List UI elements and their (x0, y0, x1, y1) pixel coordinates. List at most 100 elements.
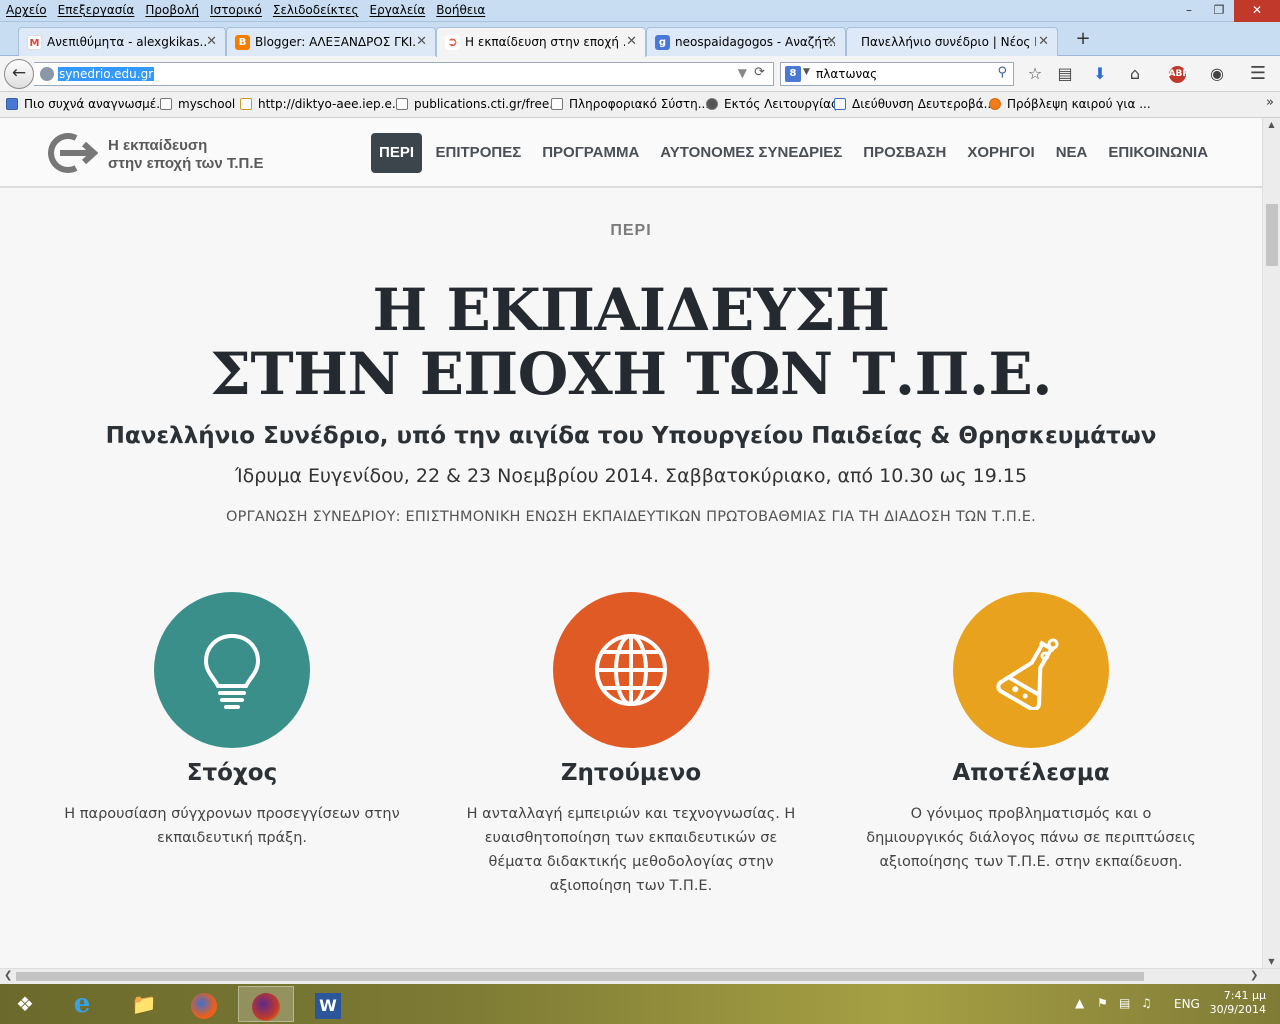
search-input[interactable]: πλατωνας (816, 67, 877, 81)
scroll-right-arrow-icon[interactable]: ❯ (1250, 970, 1258, 981)
bookmark-most-visited[interactable]: Πιο συχνά αναγνωσμέ... (6, 97, 168, 111)
conference-subtitle: Πανελλήνιο Συνέδριο, υπό την αιγίδα του … (105, 423, 1157, 449)
gear-icon (706, 98, 718, 110)
nav-epitropes[interactable]: ΕΠΙΤΡΟΠΕΣ (425, 133, 532, 173)
bookmarks-overflow-icon[interactable]: » (1266, 95, 1274, 110)
bookmark-publications[interactable]: publications.cti.gr/free... (396, 97, 561, 111)
hamburger-menu-icon[interactable]: ☰ (1248, 64, 1268, 84)
firefox-icon[interactable] (176, 986, 232, 1022)
internet-explorer-icon[interactable]: e (54, 986, 110, 1022)
volume-icon[interactable]: ♫ (1141, 996, 1152, 1010)
horizontal-scrollbar[interactable]: ❮ ❯ (0, 968, 1280, 984)
network-icon[interactable]: ▤ (1119, 996, 1130, 1010)
tab-google-search[interactable]: g neospaidagogos - Αναζήτ... ✕ (646, 27, 846, 56)
nav-epikoinonia[interactable]: ΕΠΙΚΟΙΝΩΝΙΑ (1098, 133, 1219, 173)
bookmark-star-icon[interactable]: ☆ (1025, 64, 1045, 84)
menu-file[interactable]: Αρχείο (0, 0, 52, 17)
tab-label: Πανελλήνιο συνέδριο | Νέος Π... (861, 35, 1036, 49)
home-icon[interactable]: ⌂ (1125, 64, 1145, 84)
menu-edit[interactable]: Επεξεργασία (52, 0, 140, 17)
feature-title: Ζητούμενο (560, 760, 702, 786)
file-explorer-icon[interactable]: 📁 (116, 986, 172, 1022)
bookmark-ektos-leitourgias[interactable]: Εκτός Λειτουργίας (706, 97, 838, 111)
google-search-engine-icon[interactable]: 8 (785, 66, 801, 82)
horizontal-scroll-thumb[interactable] (16, 972, 1144, 981)
blogger-icon: B (235, 35, 250, 50)
menu-bookmarks[interactable]: Σελιδοδείκτες (267, 0, 364, 17)
tab-bar: M Ανεπιθύμητα - alexgkikas... ✕ B Blogge… (0, 22, 1280, 57)
firefox-nightly-icon[interactable] (238, 986, 294, 1022)
scroll-left-arrow-icon[interactable]: ❮ (4, 970, 12, 981)
engine-dropdown-icon[interactable]: ▼ (803, 67, 810, 77)
logo-text[interactable]: Η εκπαίδευση στην εποχή των Τ.Π.Ε (108, 137, 264, 173)
chat-bubble-icon[interactable]: ◉ (1207, 64, 1227, 84)
bookmark-provlepsi-kairou[interactable]: Πρόβλεψη καιρού για ... (989, 97, 1151, 111)
tab-close-icon[interactable]: ✕ (626, 34, 637, 49)
bookmark-dieythynsi[interactable]: Διεύθυνση Δευτεροβά... (834, 97, 995, 111)
close-window-button[interactable]: ✕ (1234, 0, 1280, 22)
nav-prosvasi[interactable]: ΠΡΟΣΒΑΣΗ (853, 133, 957, 173)
show-hidden-icons-icon[interactable]: ▲ (1075, 996, 1084, 1010)
restore-button[interactable]: ❐ (1204, 0, 1234, 22)
word-icon[interactable]: W (300, 986, 356, 1022)
tab-label: Blogger: ΑΛΕΞΑΝΔΡΟΣ ΓΚΙ... (255, 35, 415, 49)
search-bar[interactable]: 8 ▼ πλατωνας ⚲ (780, 62, 1014, 86)
feature-title: Αποτέλεσμα (952, 760, 1110, 786)
nav-nea[interactable]: ΝΕΑ (1045, 133, 1098, 173)
bookmark-diktyo-aee[interactable]: http://diktyo-aee.iep.e... (240, 97, 403, 111)
tab-blogger[interactable]: B Blogger: ΑΛΕΞΑΝΔΡΟΣ ΓΚΙ... ✕ (226, 27, 436, 56)
flag-icon[interactable]: ⚑ (1097, 996, 1108, 1010)
feature-title: Στόχος (186, 760, 278, 786)
url-dropdown-icon[interactable]: ▼ (738, 66, 747, 80)
menu-help[interactable]: Βοήθεια (430, 0, 490, 17)
windows-start-icon[interactable]: ❖ (0, 986, 50, 1022)
weather-icon (989, 98, 1001, 110)
menu-tools[interactable]: Εργαλεία (364, 0, 431, 17)
bookmark-myschool[interactable]: myschool (160, 97, 235, 111)
conference-organization: ΟΡΓΑΝΩΣΗ ΣΥΝΕΔΡΙΟΥ: ΕΠΙΣΤΗΜΟΝΙΚΗ ΕΝΩΣΗ Ε… (226, 509, 1036, 525)
site-header: Η εκπαίδευση στην εποχή των Τ.Π.Ε ΠΕΡΙ Ε… (0, 118, 1262, 188)
url-text[interactable]: synedrio.edu.gr (58, 67, 155, 81)
nav-aftonomes-synedries[interactable]: ΑΥΤΟΝΟΜΕΣ ΣΥΝΕΔΡΙΕΣ (650, 133, 853, 173)
nav-peri[interactable]: ΠΕΡΙ (371, 133, 423, 173)
minimize-button[interactable]: – (1174, 0, 1204, 22)
tab-label: Ανεπιθύμητα - alexgkikas... (47, 35, 207, 49)
menu-history[interactable]: Ιστορικό (204, 0, 267, 17)
tab-gmail[interactable]: M Ανεπιθύμητα - alexgkikas... ✕ (18, 27, 226, 56)
page-viewport: Η εκπαίδευση στην εποχή των Τ.Π.Ε ΠΕΡΙ Ε… (0, 118, 1262, 968)
menu-bar: Αρχείο Επεξεργασία Προβολή Ιστορικό Σελιδοδε… (0, 0, 1280, 22)
flask-icon (996, 638, 1059, 710)
vertical-scroll-thumb[interactable] (1266, 204, 1278, 266)
nav-programma[interactable]: ΠΡΟΓΡΑΜΜΑ (532, 133, 650, 173)
back-button[interactable]: ← (4, 59, 34, 89)
bookmarks-list-icon[interactable]: ▤ (1055, 64, 1075, 84)
page-icon (396, 98, 408, 110)
globe-icon (40, 67, 54, 81)
tab-close-icon[interactable]: ✕ (416, 34, 427, 49)
feature-circle (553, 592, 709, 748)
adblock-icon[interactable]: ABP (1162, 64, 1192, 84)
feature-text: Η ανταλλαγή εμπειριών και τεχνογνωσίας. … (466, 806, 796, 894)
reload-icon[interactable]: ⟳ (754, 65, 765, 80)
page-icon (160, 98, 172, 110)
vertical-scrollbar[interactable]: ▲ ▼ (1262, 118, 1280, 968)
menu-view[interactable]: Προβολή (139, 0, 204, 17)
tab-neos-paidagogos[interactable]: Πανελλήνιο συνέδριο | Νέος Π... ✕ (846, 27, 1058, 56)
url-bar[interactable]: synedrio.edu.gr ▼ ⟳ (34, 62, 774, 86)
tab-close-icon[interactable]: ✕ (826, 34, 837, 49)
feature-stochos: Στόχος Η παρουσίαση σύγχρονων προσεγγίσε… (52, 592, 412, 850)
clock[interactable]: 7:41 μμ 30/9/2014 (1210, 989, 1266, 1017)
feature-circle (154, 592, 310, 748)
tab-close-icon[interactable]: ✕ (1038, 34, 1049, 49)
tab-close-icon[interactable]: ✕ (206, 34, 217, 49)
logo-arrow-icon[interactable] (46, 132, 98, 174)
bookmark-pliroforiako[interactable]: Πληροφοριακό Σύστη... (551, 97, 709, 111)
scroll-up-arrow-icon[interactable]: ▲ (1263, 120, 1280, 129)
new-tab-button[interactable]: + (1073, 28, 1093, 49)
search-magnifier-icon[interactable]: ⚲ (997, 65, 1007, 80)
nav-xorigoi[interactable]: ΧΟΡΗΓΟΙ (957, 133, 1045, 173)
language-indicator[interactable]: ENG (1174, 997, 1200, 1011)
scroll-down-arrow-icon[interactable]: ▼ (1263, 957, 1280, 966)
downloads-icon[interactable]: ⬇ (1090, 64, 1110, 84)
tab-synedrio[interactable]: ➲ Η εκπαίδευση στην εποχή ... ✕ (436, 27, 646, 57)
